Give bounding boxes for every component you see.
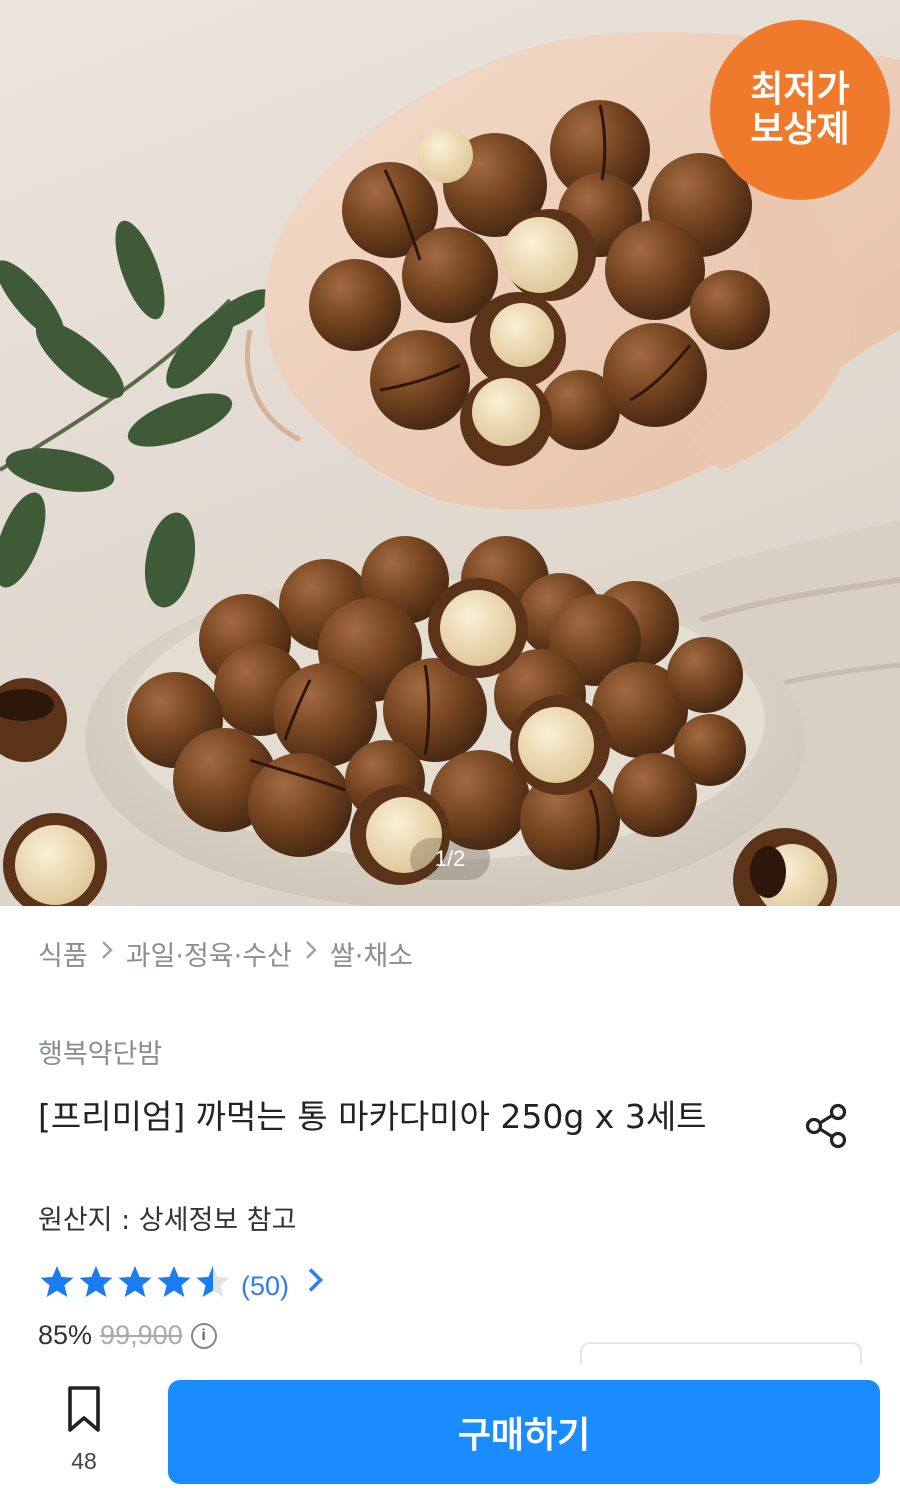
review-count: (50)	[241, 1271, 290, 1301]
breadcrumb: 식품 과일·정육·수산 쌀·채소	[38, 934, 413, 973]
share-icon	[805, 1103, 847, 1149]
chevron-right-icon	[98, 938, 116, 969]
star-icon	[40, 1266, 74, 1297]
seller-name[interactable]: 행복약단밤	[38, 1032, 162, 1071]
product-title: [프리미엄] 까먹는 통 마카다미아 250g x 3세트	[38, 1097, 707, 1136]
breadcrumb-item-rice-vegetables[interactable]: 쌀·채소	[330, 934, 413, 973]
star-icon	[157, 1266, 191, 1297]
bookmark-icon	[68, 1386, 100, 1432]
chevron-right-icon	[302, 938, 320, 969]
star-rating	[38, 1264, 233, 1300]
product-image-carousel[interactable]: 최저가 보상제 1/2	[0, 0, 900, 906]
breadcrumb-item-fruit-meat-seafood[interactable]: 과일·정육·수산	[126, 934, 292, 973]
star-icon	[196, 1266, 230, 1297]
star-icon	[118, 1266, 152, 1297]
leaf-branch	[0, 220, 272, 608]
image-pager-indicator: 1/2	[410, 838, 490, 880]
discount-rate: 85%	[38, 1320, 93, 1350]
bookmark-count: 48	[71, 1448, 97, 1474]
rating-row[interactable]: (50)	[38, 1262, 336, 1302]
info-icon[interactable]: i	[190, 1322, 217, 1349]
origin-info: 원산지 : 상세정보 참고	[38, 1205, 297, 1236]
bookmark-button[interactable]: 48	[44, 1384, 124, 1484]
star-icon	[79, 1266, 113, 1297]
original-price: 99,900	[100, 1320, 183, 1350]
review-count-link[interactable]: (50)	[241, 1262, 336, 1302]
share-button[interactable]	[800, 1100, 852, 1152]
breadcrumb-item-food[interactable]: 식품	[38, 934, 88, 973]
chevron-right-icon	[308, 1268, 323, 1292]
lowest-price-guarantee-badge: 최저가 보상제	[710, 20, 890, 200]
buy-button[interactable]: 구매하기	[168, 1380, 880, 1484]
price-row: 85% 99,900 i	[38, 1320, 217, 1351]
